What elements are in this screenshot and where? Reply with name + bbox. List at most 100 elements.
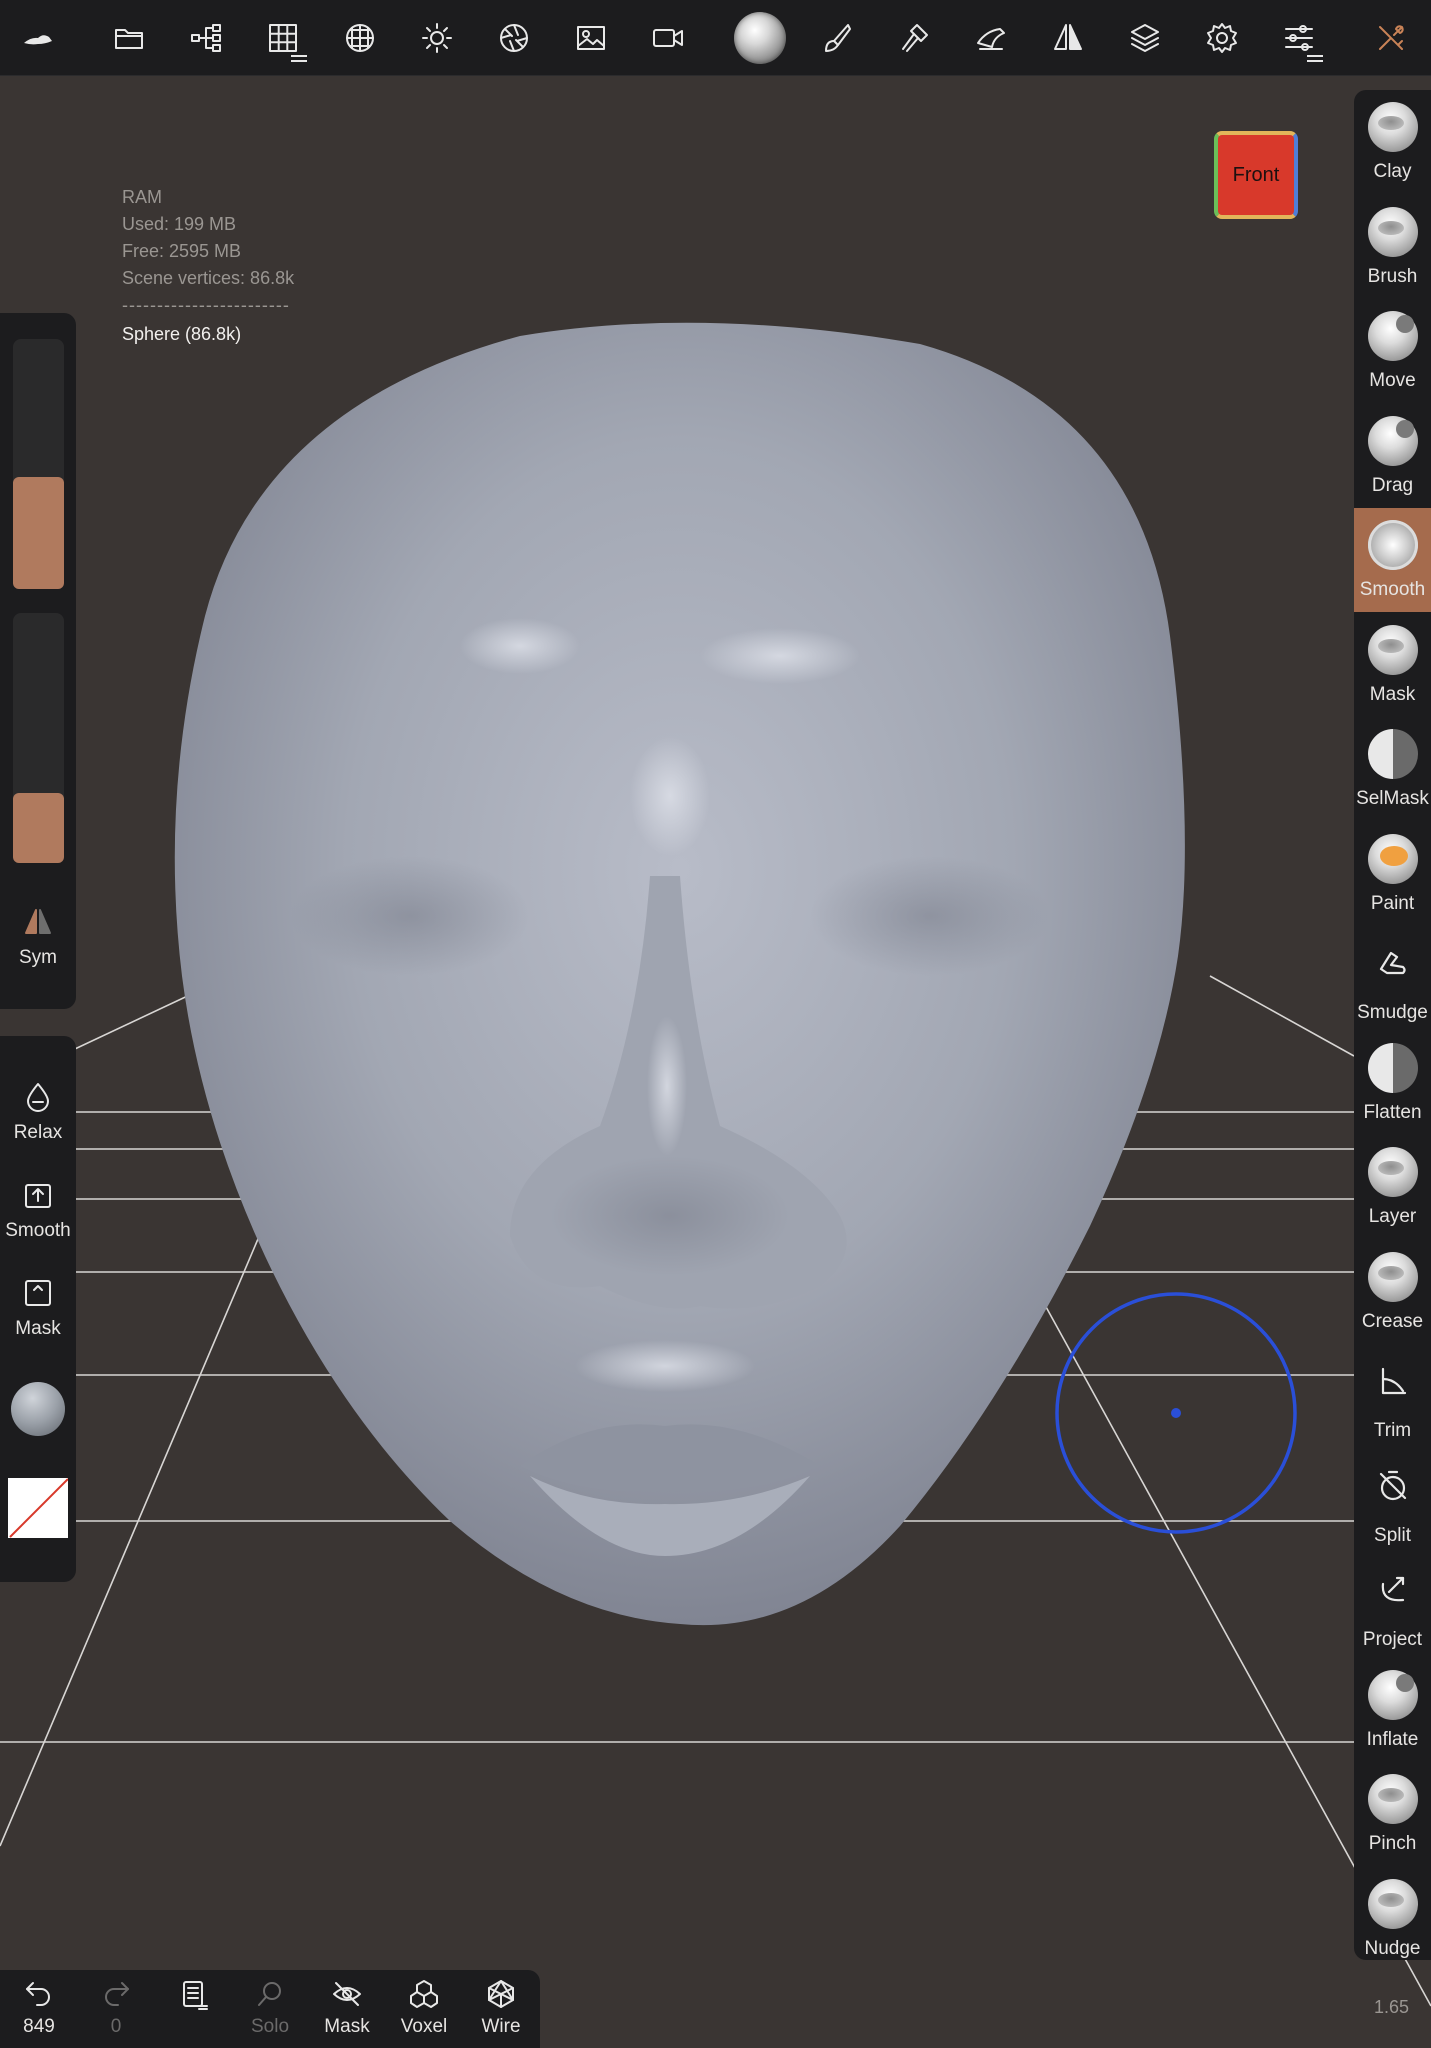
topology-grid-icon[interactable] (253, 8, 313, 68)
ram-label: RAM (122, 187, 162, 207)
notebook-icon (183, 1981, 208, 2010)
mask-visibility-label: Mask (324, 2016, 370, 2037)
tool-paint[interactable]: Paint (1354, 822, 1431, 926)
drag-icon (1367, 415, 1418, 466)
undo-count: 849 (23, 2016, 55, 2037)
stroke-icon[interactable] (884, 8, 944, 68)
relax-button[interactable]: Relax (0, 1080, 76, 1144)
cubes-icon (410, 1980, 438, 2008)
selmask-icon (1367, 729, 1418, 779)
stats-overlay: RAM Used: 199 MB Free: 2595 MB Scene ver… (122, 184, 294, 348)
radius-slider[interactable] (13, 339, 64, 589)
sym-button[interactable]: Sym (0, 905, 76, 969)
tool-layer[interactable]: Layer (1354, 1135, 1431, 1239)
wire-button[interactable]: Wire (466, 1978, 536, 2038)
ram-free: Free: 2595 MB (122, 241, 242, 261)
tool-flatten[interactable]: Flatten (1354, 1031, 1431, 1135)
mask-visibility-button[interactable]: Mask (312, 1978, 382, 2038)
tool-crease[interactable]: Crease (1354, 1240, 1431, 1344)
solo-button[interactable]: Solo (235, 1978, 305, 2038)
bottom-bar: 849 0 Solo Mask Voxel Wire (0, 1970, 540, 2048)
tool-move[interactable]: Move (1354, 299, 1431, 403)
tool-mask[interactable]: Mask (1354, 613, 1431, 717)
split-icon (1373, 1461, 1413, 1516)
tool-label: Pinch (1368, 1833, 1417, 1854)
scene-canvas (0, 322, 1431, 2007)
wire-label: Wire (481, 2016, 521, 2037)
layers-icon[interactable] (1115, 8, 1175, 68)
nudge-icon (1367, 1878, 1418, 1929)
intensity-slider-fill (13, 793, 64, 863)
symmetry-icon (25, 909, 51, 934)
wireframe-icon (488, 1980, 514, 2008)
sliders-icon[interactable] (1269, 8, 1329, 68)
tool-label: Smudge (1357, 1002, 1428, 1023)
tools-icon[interactable] (1361, 8, 1421, 68)
multires-sphere-icon[interactable] (330, 8, 390, 68)
painting-icon[interactable] (807, 8, 867, 68)
lighting-icon[interactable] (407, 8, 467, 68)
tool-inflate[interactable]: Inflate (1354, 1658, 1431, 1762)
move-icon (1367, 311, 1418, 361)
crease-icon (1367, 1251, 1418, 1302)
background-image-icon[interactable] (561, 8, 621, 68)
mask-label: Mask (15, 1318, 61, 1339)
logo-icon[interactable] (8, 8, 68, 68)
tool-pinch[interactable]: Pinch (1354, 1762, 1431, 1866)
tool-label: Clay (1373, 161, 1412, 182)
scene-tree-icon[interactable] (176, 8, 236, 68)
box-caret-icon (25, 1280, 51, 1306)
sculpt-tools-panel: Clay Brush Move Drag Smooth Mask SelMask Paint S… (1354, 90, 1431, 1960)
redo-icon (105, 1982, 129, 2006)
matcap-swatch[interactable] (11, 1382, 65, 1436)
undo-icon (26, 1982, 50, 2006)
mirror-icon[interactable] (1038, 8, 1098, 68)
zoom-readout: 1.65 (1374, 1997, 1410, 2017)
tool-label: Crease (1361, 1310, 1424, 1332)
tool-label: Layer (1368, 1206, 1417, 1227)
project-icon (1373, 1565, 1413, 1620)
view-cube[interactable]: Front (1214, 131, 1298, 219)
smudge-icon (1373, 938, 1413, 993)
tool-trim[interactable]: Trim (1354, 1344, 1431, 1448)
folder-icon[interactable] (99, 8, 159, 68)
brush-preview-icon[interactable] (730, 8, 790, 68)
tool-brush[interactable]: Brush (1354, 195, 1431, 299)
tool-split[interactable]: Split (1354, 1449, 1431, 1553)
tool-smooth[interactable]: Smooth (1354, 508, 1431, 612)
tool-selmask[interactable]: SelMask (1354, 717, 1431, 821)
left-panel-sliders: Sym (0, 313, 76, 1009)
undo-button[interactable]: 849 (4, 1978, 74, 2038)
history-button[interactable] (158, 1978, 228, 2010)
eye-off-icon (333, 1982, 361, 2006)
redo-button[interactable]: 0 (81, 1978, 151, 2038)
object-name: Sphere (86.8k) (122, 324, 242, 344)
color-swatch[interactable] (8, 1478, 68, 1538)
flatten-icon (1367, 1042, 1418, 1093)
box-arrow-up-icon (25, 1184, 51, 1208)
sym-label: Sym (19, 947, 57, 968)
material-icon[interactable] (484, 8, 544, 68)
ram-used: Used: 199 MB (122, 214, 237, 234)
tool-project[interactable]: Project (1354, 1553, 1431, 1657)
top-toolbar (0, 0, 1431, 76)
solo-label: Solo (250, 2016, 290, 2037)
settings-icon[interactable] (1192, 8, 1252, 68)
smooth-button[interactable]: Smooth (0, 1178, 76, 1242)
tool-clay[interactable]: Clay (1354, 90, 1431, 194)
voxel-button[interactable]: Voxel (389, 1978, 459, 2038)
mask-button[interactable]: Mask (0, 1276, 76, 1340)
tool-label: Drag (1371, 474, 1414, 496)
tool-nudge[interactable]: Nudge (1354, 1867, 1431, 1961)
smooth-icon (1367, 520, 1418, 570)
voxel-label: Voxel (400, 2016, 448, 2037)
tool-drag[interactable]: Drag (1354, 404, 1431, 508)
tool-label: Paint (1370, 892, 1415, 914)
tool-label: Mask (1369, 683, 1416, 705)
symmetry-tool-icon[interactable] (961, 8, 1021, 68)
mask-icon (1367, 624, 1418, 675)
camera-icon[interactable] (638, 8, 698, 68)
tool-smudge[interactable]: Smudge (1354, 926, 1431, 1030)
intensity-slider[interactable] (13, 613, 64, 863)
viewport[interactable]: RAM Used: 199 MB Free: 2595 MB Scene ver… (0, 76, 1431, 2048)
